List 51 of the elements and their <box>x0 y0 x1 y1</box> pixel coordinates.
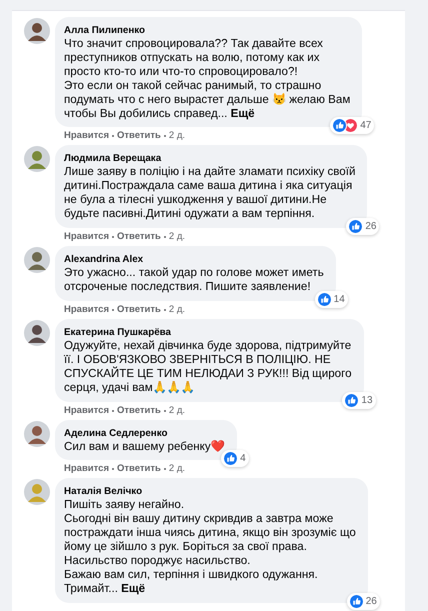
reaction-badge[interactable]: 13 <box>342 392 376 408</box>
avatar[interactable] <box>24 247 50 274</box>
separator-dot <box>164 236 166 238</box>
reaction-badge[interactable]: 26 <box>346 218 380 236</box>
comment-time[interactable]: 2 д. <box>168 404 185 416</box>
comment-action[interactable]: Нравится <box>64 304 109 316</box>
avatar[interactable] <box>24 420 50 446</box>
comment-action[interactable]: Ответить <box>116 463 161 476</box>
separator-dot <box>112 410 114 412</box>
author-name[interactable]: Аделина Седлеренко <box>64 426 225 440</box>
like-icon <box>316 292 332 307</box>
separator-dot <box>112 236 114 238</box>
more-link[interactable]: Ещё <box>121 582 146 595</box>
comment-time[interactable]: 2 д. <box>168 231 185 244</box>
separator-dot <box>164 308 166 311</box>
separator-dot <box>164 468 166 470</box>
comment-action[interactable]: Нравится <box>64 463 109 476</box>
author-name[interactable]: Людмила Верещака <box>64 152 356 166</box>
author-name[interactable]: Alexandrina Alex <box>64 253 324 266</box>
comment-action[interactable]: Ответить <box>116 130 161 142</box>
separator-dot <box>164 135 166 138</box>
avatar[interactable] <box>24 146 50 172</box>
comment-action[interactable]: Нравится <box>64 130 109 142</box>
author-name[interactable]: Наталія Велічко <box>64 485 356 498</box>
author-name[interactable]: Алла Пилипенко <box>64 24 350 37</box>
comment-time[interactable]: 2 д. <box>168 130 185 142</box>
more-link[interactable]: Ещё <box>230 106 255 120</box>
comment-action[interactable]: Нравится <box>64 404 109 416</box>
comment-action[interactable]: Ответить <box>116 404 161 416</box>
comment-text: Одужуйте, нехай дівчинка буде здорова, підтримуйте її. І ОБОВ'ЯЗКОВО ЗВЕРНІТЬСЯ В ПОЛІЦІЮ. НЕ СПУСКАЙТЕ ЦЕ ТИМ НЕЛЮДАИ З РУК!!! Від щирого серця, удачі вам🙏🙏🙏 <box>64 338 352 394</box>
reaction-badge[interactable]: 47 <box>330 117 374 134</box>
separator-dot <box>164 410 166 412</box>
comment-action[interactable]: Ответить <box>116 304 161 316</box>
avatar[interactable] <box>24 18 50 44</box>
author-name[interactable]: Екатерина Пушкарёва <box>64 326 352 339</box>
like-icon <box>348 219 364 234</box>
reaction-badge[interactable]: 14 <box>314 290 348 308</box>
comment-time[interactable]: 2 д. <box>168 304 185 316</box>
separator-dot <box>112 468 114 470</box>
comment-time[interactable]: 2 д. <box>168 463 185 476</box>
avatar[interactable] <box>24 320 50 346</box>
separator-dot <box>112 135 114 138</box>
comment-action[interactable]: Нравится <box>64 231 109 244</box>
comment-action[interactable]: Ответить <box>116 231 161 244</box>
reaction-badge[interactable]: 4 <box>221 450 249 468</box>
like-icon <box>223 451 238 466</box>
separator-dot <box>112 308 114 311</box>
like-icon <box>344 392 360 408</box>
reaction-badge[interactable]: 26 <box>346 592 380 610</box>
heart-icon <box>343 118 358 134</box>
like-icon <box>332 118 348 134</box>
